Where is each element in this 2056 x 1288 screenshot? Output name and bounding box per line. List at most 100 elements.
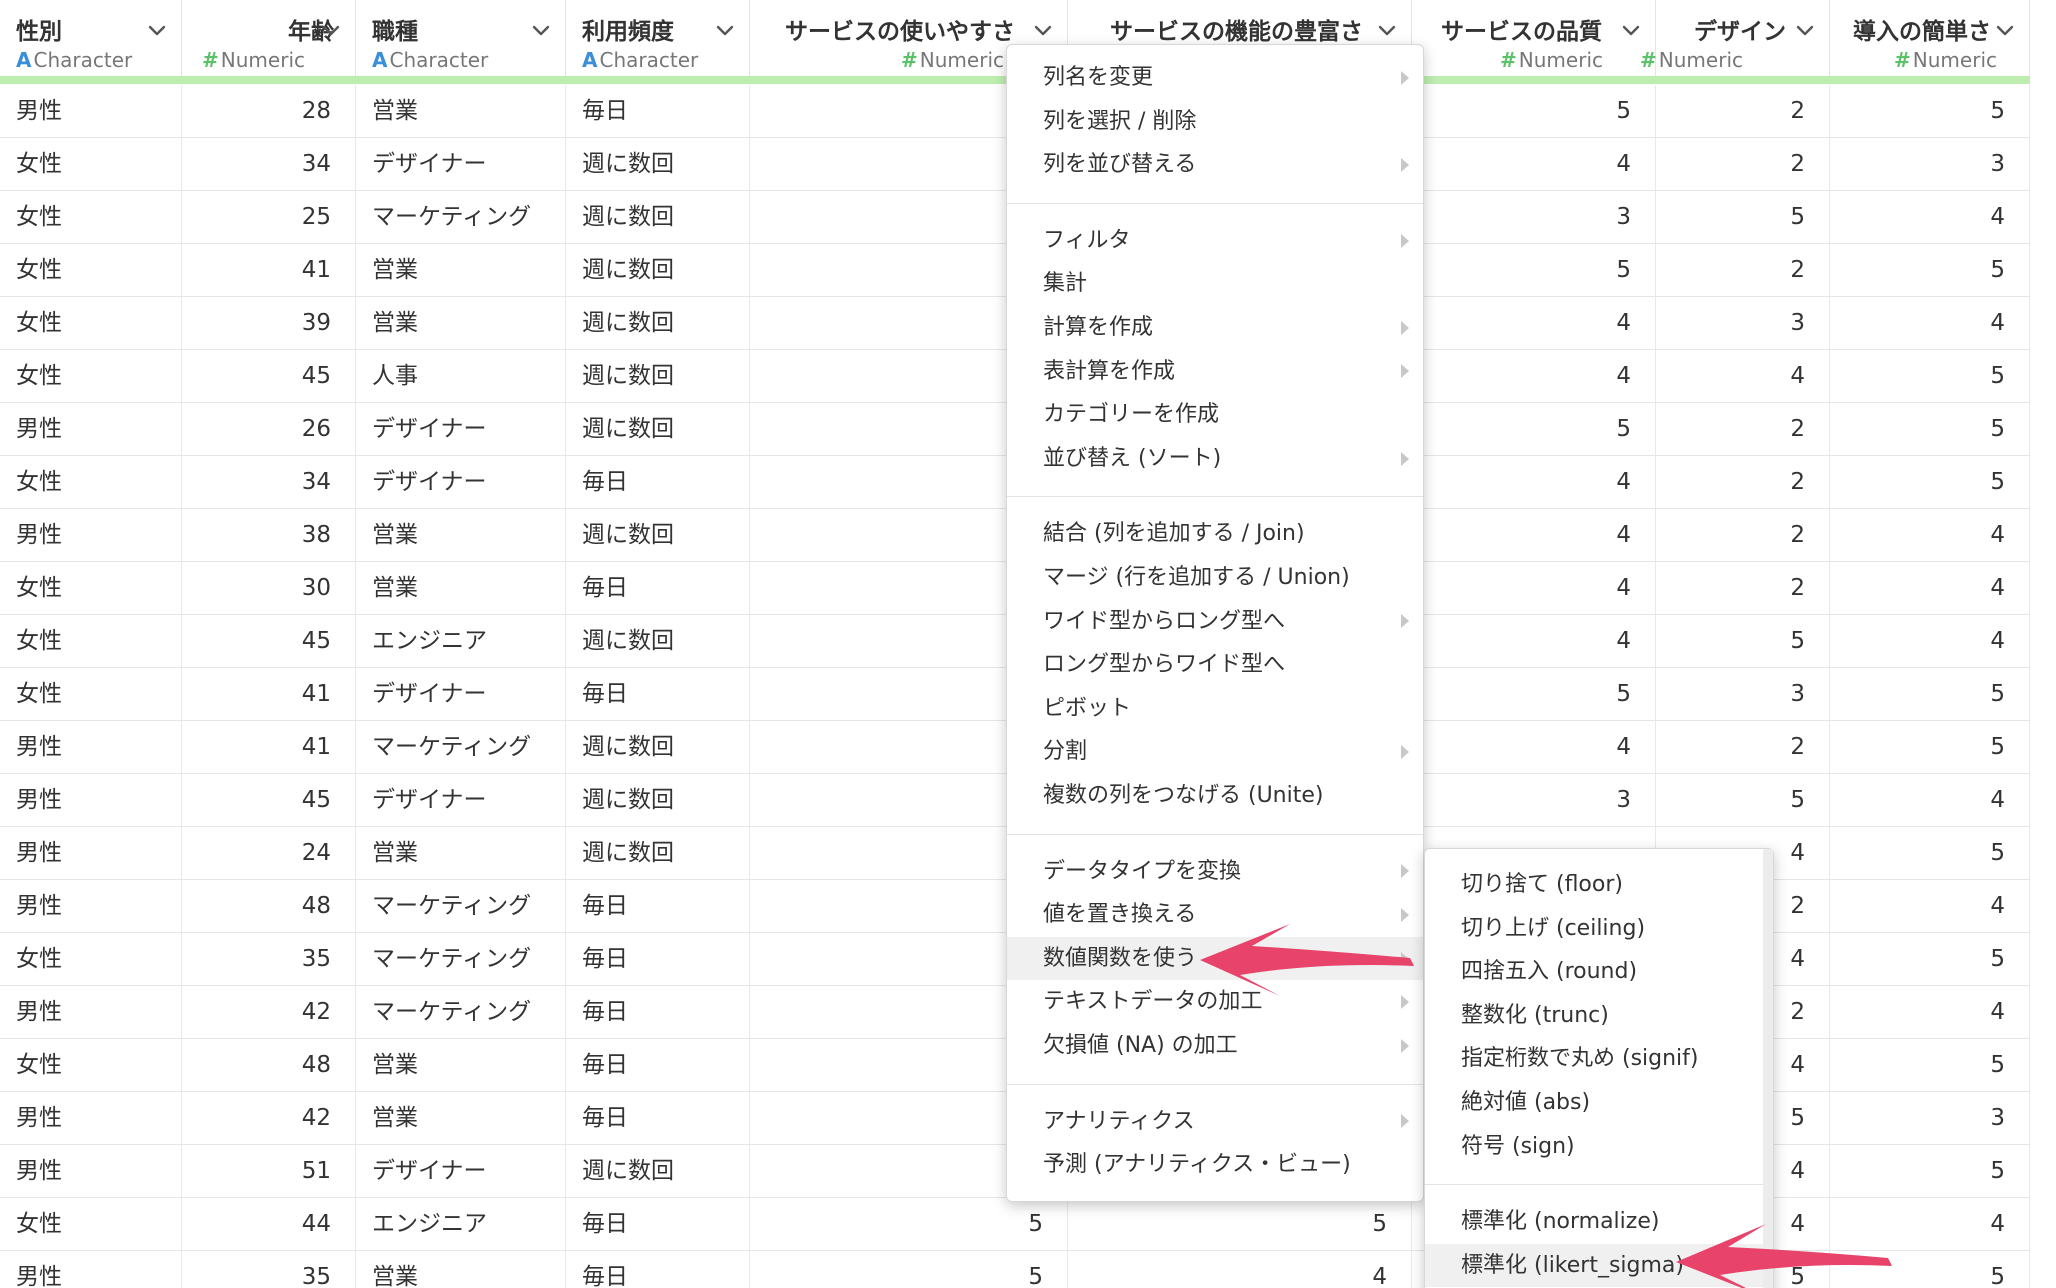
column-header[interactable]: 利用頻度 A Character [566,0,750,76]
table-cell[interactable]: 週に数回 [566,244,750,296]
table-cell[interactable]: 4 [1830,774,2030,826]
table-cell[interactable]: 週に数回 [566,350,750,402]
menu-item[interactable]: ピボット [1007,687,1423,731]
table-cell[interactable]: 4 [1412,138,1656,190]
menu-item[interactable]: 結合 (列を追加する / Join) [1007,512,1423,556]
menu-item[interactable]: テキストデータの加工 [1007,980,1423,1024]
menu-item[interactable]: ロング型からワイド型へ [1007,643,1423,687]
table-cell[interactable]: 女性 [0,562,182,614]
menu-item[interactable]: 値を置き換える [1007,893,1423,937]
table-cell[interactable]: 2 [1656,138,1830,190]
menu-item[interactable]: 表計算を作成 [1007,350,1423,394]
column-header[interactable]: 職種 A Character [356,0,566,76]
chevron-down-icon[interactable] [147,20,167,40]
table-cell[interactable]: 5 [1656,774,1830,826]
table-cell[interactable]: マーケティング [356,933,566,985]
table-cell[interactable]: 35 [182,933,356,985]
table-cell[interactable]: 営業 [356,1039,566,1091]
table-cell[interactable]: 毎日 [566,668,750,720]
table-cell[interactable]: 5 [1412,85,1656,137]
table-cell[interactable]: マーケティング [356,880,566,932]
table-cell[interactable]: 女性 [0,933,182,985]
table-cell[interactable]: 5 [1830,85,2030,137]
chevron-down-icon[interactable] [1033,20,1053,40]
table-cell[interactable]: 週に数回 [566,774,750,826]
menu-item[interactable]: 計算を作成 [1007,306,1423,350]
table-cell[interactable]: 営業 [356,1092,566,1144]
table-cell[interactable]: 男性 [0,403,182,455]
table-cell[interactable]: 26 [182,403,356,455]
table-cell[interactable]: 毎日 [566,1251,750,1288]
menu-item[interactable]: フィルタ [1007,219,1423,263]
table-cell[interactable]: 3 [1830,1092,2030,1144]
chevron-down-icon[interactable] [715,20,735,40]
menu-item[interactable]: 数値関数を使う [1007,936,1423,981]
table-cell[interactable]: 4 [1412,456,1656,508]
menu-item[interactable]: 列を選択 / 削除 [1007,100,1423,144]
table-cell[interactable]: 5 [1412,403,1656,455]
table-cell[interactable]: デザイナー [356,403,566,455]
chevron-down-icon[interactable] [1795,20,1815,40]
table-cell[interactable]: 女性 [0,138,182,190]
table-cell[interactable]: 5 [1412,244,1656,296]
menu-item[interactable]: アナリティクス [1007,1100,1423,1144]
table-cell[interactable]: 2 [1656,562,1830,614]
table-cell[interactable]: 25 [182,191,356,243]
table-cell[interactable]: 週に数回 [566,403,750,455]
table-cell[interactable]: 28 [182,85,356,137]
table-cell[interactable]: 4 [1830,1198,2030,1250]
table-cell[interactable]: 2 [1656,456,1830,508]
table-cell[interactable]: 4 [1830,986,2030,1038]
table-cell[interactable]: 24 [182,827,356,879]
table-cell[interactable]: 5 [1656,615,1830,667]
table-cell[interactable]: 4 [1412,509,1656,561]
table-cell[interactable]: 週に数回 [566,615,750,667]
table-cell[interactable]: マーケティング [356,986,566,1038]
table-cell[interactable]: 女性 [0,244,182,296]
menu-item[interactable]: 集計 [1007,262,1423,306]
table-cell[interactable]: 41 [182,244,356,296]
menu-item[interactable]: ワイド型からロング型へ [1007,600,1423,644]
table-cell[interactable]: 3 [1656,297,1830,349]
table-cell[interactable]: 4 [1412,562,1656,614]
table-cell[interactable]: 4 [1830,509,2030,561]
menu-item[interactable]: 切り上げ (ceiling) [1425,907,1773,951]
table-cell[interactable]: 5 [1830,827,2030,879]
menu-item[interactable]: 予測 (アナリティクス・ビュー) [1007,1143,1423,1187]
table-cell[interactable]: 毎日 [566,880,750,932]
table-cell[interactable]: エンジニア [356,615,566,667]
menu-item[interactable]: 符号 (sign) [1425,1125,1773,1169]
table-cell[interactable]: 5 [1656,191,1830,243]
chevron-down-icon[interactable] [1377,20,1397,40]
table-cell[interactable]: 男性 [0,880,182,932]
chevron-down-icon[interactable] [1995,20,2015,40]
table-cell[interactable]: 34 [182,456,356,508]
table-cell[interactable]: 女性 [0,350,182,402]
table-cell[interactable]: 営業 [356,244,566,296]
table-cell[interactable]: デザイナー [356,456,566,508]
table-cell[interactable]: 女性 [0,1198,182,1250]
table-cell[interactable]: 週に数回 [566,1145,750,1197]
table-cell[interactable]: 週に数回 [566,138,750,190]
table-cell[interactable]: 30 [182,562,356,614]
table-cell[interactable]: 男性 [0,986,182,1038]
table-cell[interactable]: 営業 [356,562,566,614]
table-cell[interactable]: 3 [1412,191,1656,243]
menu-item[interactable]: 欠損値 (NA) の加工 [1007,1024,1423,1068]
table-cell[interactable]: デザイナー [356,774,566,826]
chevron-down-icon[interactable] [531,20,551,40]
table-cell[interactable]: デザイナー [356,668,566,720]
table-cell[interactable]: 42 [182,1092,356,1144]
table-cell[interactable]: 4 [1412,297,1656,349]
chevron-down-icon[interactable] [1621,20,1641,40]
table-cell[interactable]: 毎日 [566,85,750,137]
table-cell[interactable]: 女性 [0,297,182,349]
table-cell[interactable]: 週に数回 [566,297,750,349]
table-cell[interactable]: 男性 [0,1145,182,1197]
table-cell[interactable]: 5 [1830,1039,2030,1091]
table-cell[interactable]: 男性 [0,1092,182,1144]
table-cell[interactable]: 41 [182,721,356,773]
table-cell[interactable]: 女性 [0,668,182,720]
chevron-down-icon[interactable] [321,20,341,40]
table-cell[interactable]: 5 [1830,721,2030,773]
